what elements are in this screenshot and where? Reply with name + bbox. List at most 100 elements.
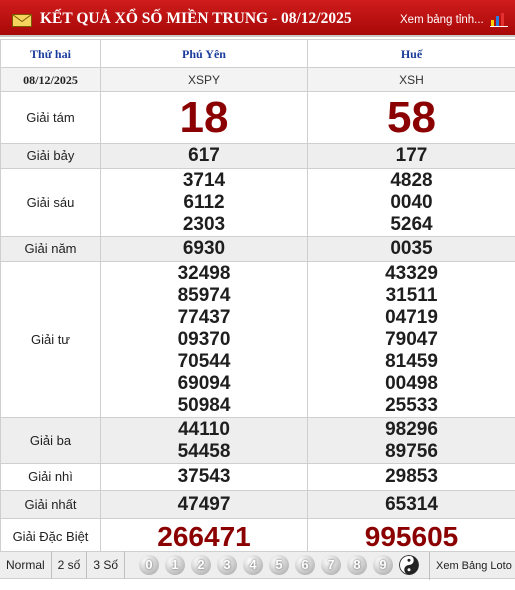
province-cell[interactable]: Huế — [307, 39, 515, 68]
code-cell[interactable]: XSPY — [100, 67, 308, 92]
prize-numbers-cell: 98296 89756 — [307, 417, 515, 464]
special-prize-number: 995605 — [364, 521, 459, 552]
prize-numbers-cell: 18 — [100, 91, 308, 144]
prize-numbers-cell: 43329 31511 04719 79047 81459 00498 25533 — [307, 261, 515, 418]
prize-label-cell: Giải tám — [0, 91, 101, 144]
results-table: Thứ hai Phú Yên Huế 08/12/2025 XSPY XSH … — [0, 39, 515, 556]
digit-ball-2[interactable]: 2 — [191, 555, 212, 575]
prize-row: Giải Đặc Biệt 266471 995605 — [0, 518, 515, 556]
prize-number: 37543 — [177, 466, 231, 487]
prize-numbers-cell: 6930 — [100, 236, 308, 262]
prize-number: 09370 — [177, 328, 231, 350]
province-cell[interactable]: Phú Yên — [100, 39, 308, 68]
prize-numbers-cell: 58 — [307, 91, 515, 144]
prize-numbers-cell: 47497 — [100, 490, 308, 519]
prize-row: Giải nhì 37543 29853 — [0, 463, 515, 491]
prize-number: 98296 — [385, 418, 438, 440]
digit-ball-9[interactable]: 9 — [373, 555, 394, 575]
three-digit-mode-button[interactable]: 3 Số — [87, 551, 126, 579]
day-cell: Thứ hai — [0, 39, 101, 68]
header-bar: KẾT QUẢ XỔ SỐ MIỀN TRUNG - 08/12/2025 Xe… — [0, 0, 515, 37]
prize-label: Giải tám — [26, 109, 75, 125]
footer-toolbar: Normal 2 số 3 Số 0123456789 Xem Bảng Lot… — [0, 551, 515, 580]
prize-number: 6112 — [183, 191, 225, 213]
digit-ball-5[interactable]: 5 — [269, 555, 290, 575]
digit-filter: 0123456789 — [125, 555, 420, 575]
prize-number: 0040 — [390, 191, 433, 213]
prize-label-cell: Giải nhì — [0, 463, 101, 491]
prize-label-cell: Giải sáu — [0, 168, 101, 237]
digit-ball-3[interactable]: 3 — [217, 555, 238, 575]
prize-numbers-cell: 3714 6112 2303 — [100, 168, 308, 237]
prize-numbers-cell: 617 — [100, 143, 308, 169]
prize-number: 25533 — [385, 394, 438, 416]
digit-ball-8[interactable]: 8 — [347, 555, 368, 575]
prize-row: Giải tư 32498 85974 77437 09370 70544 69094 509… — [0, 261, 515, 418]
prize-number: 43329 — [385, 262, 438, 284]
prize-number: 65314 — [385, 493, 438, 515]
prize-label: Giải nhất — [24, 496, 77, 512]
prize-row: Giải nhất 47497 65314 — [0, 490, 515, 519]
prize-number: 85974 — [177, 284, 231, 306]
prize-number: 617 — [188, 145, 220, 166]
prize-label: Giải ba — [29, 432, 72, 448]
prize-number: 177 — [395, 145, 428, 166]
view-province-table-link[interactable]: Xem bảng tỉnh... — [400, 14, 484, 26]
prize-number: 89756 — [385, 440, 438, 462]
two-digit-mode-button[interactable]: 2 số — [52, 551, 88, 579]
prize-label: Giải Đặc Biệt — [12, 529, 89, 544]
prize-numbers-cell: 995605 — [307, 518, 515, 556]
bar-chart-icon[interactable] — [490, 11, 508, 27]
prize-number: 04719 — [385, 306, 438, 328]
digit-ball-7[interactable]: 7 — [321, 555, 342, 575]
province-name[interactable]: Huế — [401, 47, 422, 61]
code-cell[interactable]: XSH — [307, 67, 515, 92]
prize-number: 77437 — [177, 306, 231, 328]
prize-number: 18 — [179, 92, 229, 142]
digit-ball-4[interactable]: 4 — [243, 555, 264, 575]
prize-number: 58 — [387, 92, 436, 142]
normal-mode-button[interactable]: Normal — [0, 551, 52, 579]
prize-row: Giải ba 44110 54458 98296 89756 — [0, 417, 515, 464]
prize-number: 29853 — [385, 466, 438, 487]
prize-number: 31511 — [385, 284, 438, 306]
prize-row: Giải tám 18 58 — [0, 91, 515, 144]
prize-label-cell: Giải bảy — [0, 143, 101, 169]
province-code-row: 08/12/2025 XSPY XSH — [0, 67, 515, 92]
province-code[interactable]: XSPY — [188, 73, 220, 87]
yin-yang-icon[interactable] — [399, 555, 420, 575]
prize-number: 32498 — [177, 262, 231, 284]
prize-label: Giải bảy — [26, 148, 75, 163]
prize-number: 2303 — [182, 213, 226, 235]
prize-number: 44110 — [178, 418, 230, 440]
prize-number: 6930 — [182, 238, 226, 259]
prize-numbers-cell: 29853 — [307, 463, 515, 491]
digit-ball-6[interactable]: 6 — [295, 555, 316, 575]
province-code[interactable]: XSH — [399, 73, 424, 87]
draw-date: 08/12/2025 — [23, 72, 78, 87]
prize-label: Giải nhì — [28, 469, 73, 484]
prize-number: 0035 — [390, 238, 433, 259]
province-name[interactable]: Phú Yên — [182, 47, 226, 61]
prize-label-cell: Giải tư — [0, 261, 101, 418]
envelope-icon — [12, 14, 32, 27]
digit-ball-0[interactable]: 0 — [139, 555, 160, 575]
prize-numbers-cell: 4828 0040 5264 — [307, 168, 515, 237]
view-loto-table-link[interactable]: Xem Bảng Loto — [429, 552, 512, 580]
prize-number: 3714 — [182, 169, 226, 191]
page-title: KẾT QUẢ XỔ SỐ MIỀN TRUNG - 08/12/2025 — [40, 10, 352, 27]
prize-row: Giải bảy 617 177 — [0, 143, 515, 169]
prize-label: Giải tư — [30, 331, 71, 347]
prize-label: Giải năm — [24, 241, 77, 256]
prize-numbers-cell: 177 — [307, 143, 515, 169]
prize-label-cell: Giải năm — [0, 236, 101, 262]
day-label: Thứ hai — [30, 46, 71, 61]
prize-numbers-cell: 65314 — [307, 490, 515, 519]
prize-number: 50984 — [177, 394, 231, 416]
digit-ball-1[interactable]: 1 — [165, 555, 186, 575]
prize-numbers-cell: 0035 — [307, 236, 515, 262]
special-prize-number: 266471 — [157, 521, 251, 552]
prize-number: 81459 — [385, 350, 438, 372]
prize-numbers-cell: 44110 54458 — [100, 417, 308, 464]
date-cell: 08/12/2025 — [0, 67, 101, 92]
